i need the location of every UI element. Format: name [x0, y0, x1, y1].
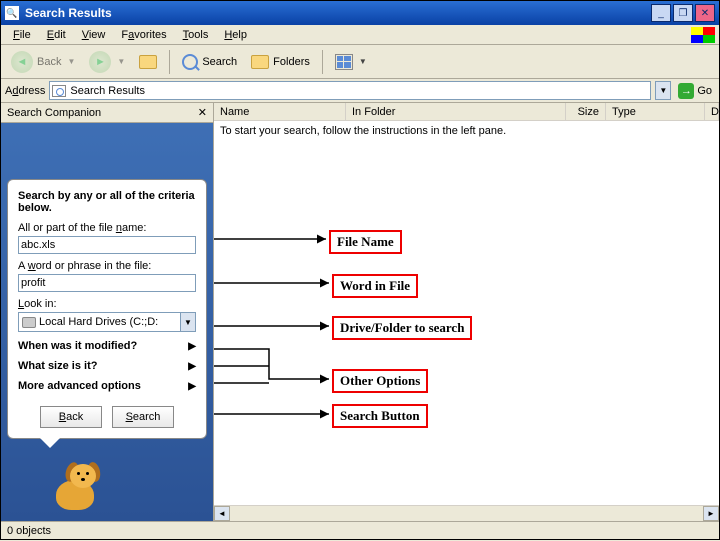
results-instruction: To start your search, follow the instruc…	[220, 125, 506, 137]
back-form-button[interactable]: Back	[40, 406, 102, 428]
search-companion-header: Search Companion ✕	[1, 103, 213, 123]
modified-label: When was it modified?	[18, 340, 137, 352]
phrase-input[interactable]	[18, 274, 196, 292]
folder-up-icon	[139, 55, 157, 69]
menu-edit[interactable]: Edit	[39, 27, 74, 43]
filename-input[interactable]	[18, 236, 196, 254]
filename-label: All or part of the file name:	[18, 222, 196, 234]
address-value: Search Results	[70, 85, 145, 97]
back-label: Back	[37, 56, 61, 68]
lookin-label: Look in:	[18, 298, 196, 310]
menu-view[interactable]: View	[74, 27, 114, 43]
modified-expander[interactable]: When was it modified? ▶	[18, 340, 196, 352]
views-icon	[335, 54, 353, 70]
menu-bar: File Edit View Favorites Tools Help	[1, 25, 719, 45]
results-content: To start your search, follow the instruc…	[214, 121, 719, 505]
title-bar: 🔍 Search Results _ ❐ ✕	[1, 1, 719, 25]
toolbar-folders-button[interactable]: Folders	[245, 53, 316, 71]
address-bar: Address Search Results ▼ → Go	[1, 79, 719, 103]
toolbar-search-label: Search	[202, 56, 237, 68]
lookin-select[interactable]: Local Hard Drives (C:;D: ▼	[18, 312, 196, 332]
menu-favorites[interactable]: Favorites	[113, 27, 174, 43]
toolbar: ◄ Back ▼ ► ▼ Search Folders ▼	[1, 45, 719, 79]
close-pane-button[interactable]: ✕	[198, 106, 207, 119]
size-label: What size is it?	[18, 360, 97, 372]
back-icon: ◄	[11, 51, 33, 73]
go-label: Go	[697, 85, 712, 97]
menu-file[interactable]: File	[5, 27, 39, 43]
search-form-balloon: Search by any or all of the criteria bel…	[7, 179, 207, 439]
back-button[interactable]: ◄ Back ▼	[5, 49, 81, 75]
size-expander[interactable]: What size is it? ▶	[18, 360, 196, 372]
forward-dropdown-icon: ▼	[117, 57, 125, 66]
forward-button[interactable]: ► ▼	[83, 49, 131, 75]
callout-other: Other Options	[332, 369, 428, 393]
toolbar-separator	[169, 50, 170, 74]
views-button[interactable]: ▼	[329, 52, 373, 72]
go-button[interactable]: → Go	[675, 83, 715, 99]
search-button[interactable]: Search	[112, 406, 174, 428]
results-pane: Name In Folder Size Type D To start your…	[214, 103, 719, 521]
callout-filename: File Name	[329, 230, 402, 254]
status-text: 0 objects	[7, 525, 51, 537]
chevron-right-icon: ▶	[188, 381, 196, 392]
menu-help[interactable]: Help	[216, 27, 255, 43]
callout-word: Word in File	[332, 274, 418, 298]
col-type[interactable]: Type	[606, 103, 705, 120]
toolbar-separator-2	[322, 50, 323, 74]
chevron-right-icon: ▶	[188, 361, 196, 372]
address-label: Address	[5, 85, 45, 97]
folders-icon	[251, 55, 269, 69]
search-companion-pane: Search Companion ✕ Search by any or all …	[1, 103, 214, 521]
search-heading: Search by any or all of the criteria bel…	[18, 190, 196, 214]
chevron-right-icon: ▶	[188, 341, 196, 352]
address-input-box[interactable]: Search Results	[49, 81, 651, 100]
address-dropdown-button[interactable]: ▼	[655, 81, 671, 100]
status-bar: 0 objects	[1, 521, 719, 539]
back-dropdown-icon: ▼	[67, 57, 75, 66]
col-size[interactable]: Size	[566, 103, 606, 120]
forward-icon: ►	[89, 51, 111, 73]
main-area: Search Companion ✕ Search by any or all …	[1, 103, 719, 521]
app-icon: 🔍	[5, 6, 19, 20]
menu-tools[interactable]: Tools	[175, 27, 217, 43]
column-headers: Name In Folder Size Type D	[214, 103, 719, 121]
go-arrow-icon: →	[678, 83, 694, 99]
advanced-label: More advanced options	[18, 380, 141, 392]
search-companion-body: Search by any or all of the criteria bel…	[1, 123, 213, 521]
maximize-button[interactable]: ❐	[673, 4, 693, 22]
up-button[interactable]	[133, 53, 163, 71]
scroll-right-button[interactable]: ►	[703, 506, 719, 521]
windows-flag-icon	[691, 27, 715, 43]
callout-drive: Drive/Folder to search	[332, 316, 472, 340]
toolbar-folders-label: Folders	[273, 56, 310, 68]
views-dropdown-icon: ▼	[359, 57, 367, 66]
search-icon	[182, 54, 198, 70]
search-dog-icon	[46, 462, 106, 517]
address-location-icon	[52, 85, 66, 97]
scroll-left-button[interactable]: ◄	[214, 506, 230, 521]
drive-icon	[22, 317, 36, 328]
window-title: Search Results	[25, 6, 649, 20]
lookin-dropdown-button[interactable]: ▼	[180, 313, 195, 331]
col-infolder[interactable]: In Folder	[346, 103, 566, 120]
scroll-track[interactable]	[230, 506, 703, 521]
callout-searchbtn: Search Button	[332, 404, 428, 428]
horizontal-scrollbar[interactable]: ◄ ►	[214, 505, 719, 521]
toolbar-search-button[interactable]: Search	[176, 52, 243, 72]
search-companion-title: Search Companion	[7, 107, 101, 119]
close-button[interactable]: ✕	[695, 4, 715, 22]
phrase-label: A word or phrase in the file:	[18, 260, 196, 272]
lookin-value: Local Hard Drives (C:;D:	[39, 316, 158, 328]
minimize-button[interactable]: _	[651, 4, 671, 22]
button-row: Back Search	[18, 406, 196, 428]
col-name[interactable]: Name	[214, 103, 346, 120]
col-extra[interactable]: D	[705, 103, 719, 120]
advanced-expander[interactable]: More advanced options ▶	[18, 380, 196, 392]
